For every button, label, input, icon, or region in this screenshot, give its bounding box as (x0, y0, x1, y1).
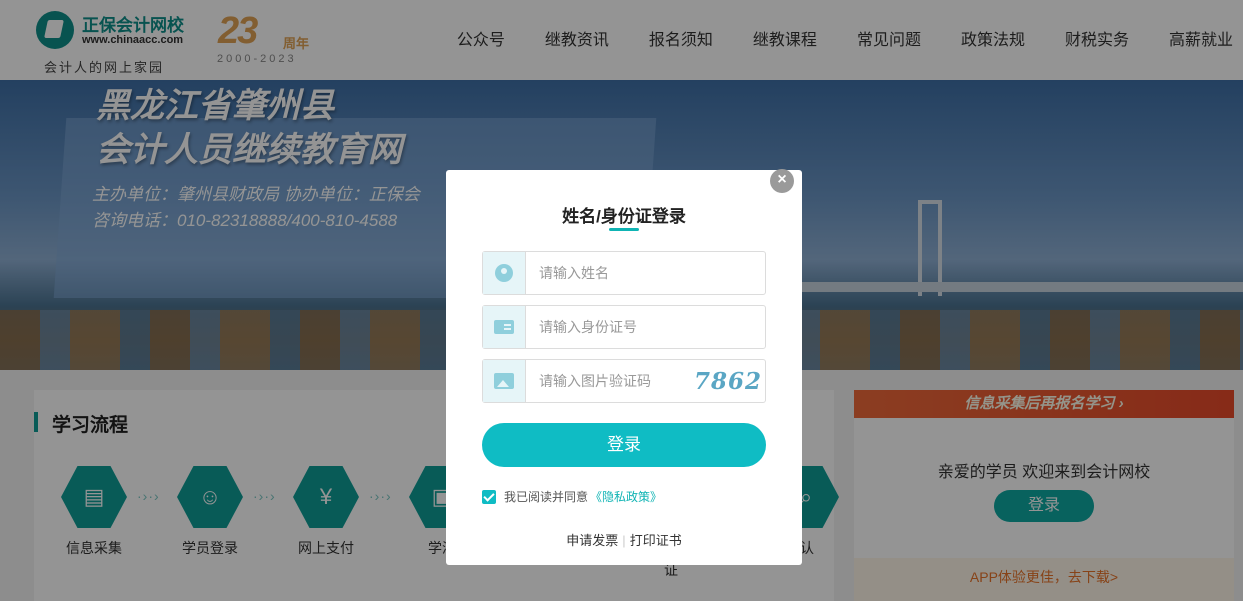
privacy-agreement: 我已阅读并同意 《隐私政策》 (482, 488, 662, 505)
user-icon (495, 264, 513, 282)
field-icon-box (483, 360, 526, 402)
id-card-icon (494, 320, 514, 334)
login-modal: × 姓名/身份证登录 7862 登录 我已阅读并同意 《隐私政策》 申请发票 | 打… (446, 169, 802, 565)
captcha-input[interactable] (539, 371, 689, 391)
name-input[interactable] (539, 263, 689, 283)
apply-invoice-link[interactable]: 申请发票 (566, 533, 618, 548)
link-separator: | (622, 533, 626, 548)
modal-title: 姓名/身份证登录 (562, 207, 686, 226)
agree-text: 我已阅读并同意 (504, 490, 589, 504)
field-icon-box (483, 306, 526, 348)
login-button[interactable]: 登录 (482, 423, 766, 467)
id-number-input[interactable] (539, 317, 689, 337)
image-icon (494, 373, 514, 389)
id-field (482, 305, 766, 349)
modal-footer-links: 申请发票 | 打印证书 (446, 530, 802, 549)
name-field (482, 251, 766, 295)
title-underline (609, 228, 639, 231)
agree-checkbox[interactable] (482, 489, 496, 504)
field-icon-box (483, 252, 526, 294)
captcha-field: 7862 (482, 359, 766, 403)
print-certificate-link[interactable]: 打印证书 (630, 533, 682, 548)
captcha-image[interactable]: 7862 (693, 366, 763, 398)
close-icon[interactable]: × (770, 169, 794, 193)
privacy-policy-link[interactable]: 《隐私政策》 (590, 488, 662, 505)
